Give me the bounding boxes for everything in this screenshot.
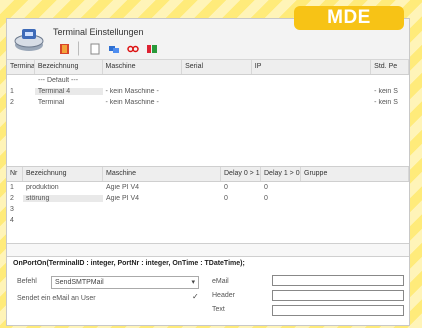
cell-port-name: produktion (26, 184, 59, 191)
cell-nr: 2 (10, 195, 14, 202)
cell-nr: 1 (10, 184, 14, 191)
cell-std: - kein S (374, 88, 398, 95)
glasses-icon[interactable] (125, 41, 140, 56)
befehl-label: Befehl (17, 278, 37, 285)
col-ip[interactable]: IP (252, 60, 372, 74)
befehl-select[interactable]: SendSMTPMail ▾ (51, 276, 199, 289)
text-field[interactable] (272, 305, 404, 316)
toolbar-separator (78, 41, 81, 56)
cell-std: - kein S (374, 99, 398, 106)
ports-grid: Nr Bezeichnung Maschine Delay 0 > 1 Dela… (7, 166, 409, 243)
new-document-icon[interactable] (87, 41, 102, 56)
col-port-bezeichnung[interactable]: Bezeichnung (23, 167, 103, 181)
sendet-label: Sendet ein eMail an User (17, 295, 96, 302)
text-label: Text (212, 306, 225, 313)
table-row[interactable]: 2 störung Agie PI V4 0 0 (7, 193, 409, 204)
function-signature: OnPortOn(TerminalID : integer, PortNr : … (13, 260, 245, 267)
checkmark-icon[interactable]: ✓ (192, 292, 199, 301)
default-label: --- Default --- (38, 77, 79, 84)
col-maschine[interactable]: Maschine (103, 60, 183, 74)
table-row[interactable]: 3 (7, 204, 409, 215)
window-title: Terminal Einstellungen (53, 27, 144, 37)
ports-header: Nr Bezeichnung Maschine Delay 0 > 1 Dela… (7, 167, 409, 182)
col-terminalid[interactable]: TerminalID (7, 60, 35, 74)
settings-disk-icon (14, 29, 44, 51)
chevron-down-icon: ▾ (191, 279, 195, 286)
cell-delay-10: 0 (264, 184, 268, 191)
link-icon[interactable] (144, 41, 159, 56)
separator-bar (7, 243, 409, 257)
cell-name: Terminal (37, 99, 65, 106)
col-std[interactable]: Std. Pe (371, 60, 409, 74)
table-row[interactable]: 1 Terminal 4 - kein Maschine - - kein S (7, 86, 409, 97)
table-row[interactable]: 2 Terminal - kein Maschine - - kein S (7, 97, 409, 108)
header-label: Header (212, 292, 235, 299)
terminals-header: TerminalID Bezeichnung Maschine Serial I… (7, 60, 409, 75)
table-row[interactable]: --- Default --- (7, 75, 409, 86)
email-field[interactable] (272, 275, 404, 286)
cell-port-name: störung (23, 195, 103, 202)
cell-name: Terminal 4 (34, 88, 103, 95)
col-serial[interactable]: Serial (182, 60, 252, 74)
terminals-grid: TerminalID Bezeichnung Maschine Serial I… (7, 60, 409, 166)
table-row[interactable]: 1 produktion Agie PI V4 0 0 (7, 182, 409, 193)
col-delay-10[interactable]: Delay 1 > 0 (261, 167, 301, 181)
terminal-settings-window: Terminal Einstellungen TerminalID Bezeic… (6, 18, 410, 326)
cell-port-machine: Agie PI V4 (106, 184, 140, 191)
cell-delay-01: 0 (224, 184, 228, 191)
event-form: Befehl SendSMTPMail ▾ eMail Sendet ein e… (7, 275, 409, 316)
cell-delay-01: 0 (224, 195, 228, 202)
email-label: eMail (212, 278, 229, 285)
col-delay-01[interactable]: Delay 0 > 1 (221, 167, 261, 181)
cell-nr: 3 (10, 206, 14, 213)
cell-delay-10: 0 (264, 195, 268, 202)
col-nr[interactable]: Nr (7, 167, 23, 181)
col-gruppe[interactable]: Gruppe (301, 167, 409, 181)
col-port-maschine[interactable]: Maschine (103, 167, 221, 181)
toolbar (57, 41, 159, 56)
befehl-value: SendSMTPMail (55, 279, 104, 286)
cell-port-machine: Agie PI V4 (106, 195, 140, 202)
cell-machine: - kein Maschine - (105, 99, 159, 106)
cell-nr: 4 (10, 217, 14, 224)
computers-icon[interactable] (106, 41, 121, 56)
header-field[interactable] (272, 290, 404, 301)
cell-id: 2 (10, 99, 14, 106)
mde-badge: MDE (294, 6, 404, 30)
book-icon[interactable] (57, 41, 72, 56)
cell-id: 1 (10, 88, 14, 95)
col-bezeichnung[interactable]: Bezeichnung (35, 60, 103, 74)
table-row[interactable]: 4 (7, 215, 409, 226)
cell-machine: - kein Maschine - (105, 88, 159, 95)
